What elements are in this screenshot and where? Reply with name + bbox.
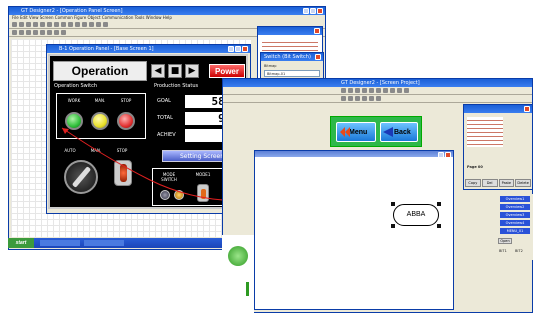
identify-label-box[interactable]: ABBA xyxy=(391,202,441,228)
save-icon[interactable] xyxy=(355,88,360,93)
grid-icon[interactable] xyxy=(404,88,409,93)
drag-arrow-head xyxy=(62,128,69,134)
bit-label-2: BIT2 xyxy=(515,249,523,253)
screen2-toolbar-2 xyxy=(223,95,532,103)
handle-icon[interactable] xyxy=(437,202,441,206)
page-panel-lines xyxy=(467,117,503,147)
menu-arrow-icon xyxy=(340,127,350,137)
delete-button[interactable]: Delete xyxy=(515,179,531,187)
close-icon[interactable] xyxy=(524,106,530,112)
close-icon[interactable] xyxy=(445,152,451,158)
side-item-5[interactable]: MENU_01 xyxy=(500,228,530,234)
open-icon[interactable] xyxy=(348,88,353,93)
screen2-title-bar: GT Designer2 - [Screen Project] xyxy=(223,79,532,87)
text-icon[interactable] xyxy=(376,96,381,101)
new-icon[interactable] xyxy=(341,88,346,93)
handle-icon[interactable] xyxy=(437,224,441,228)
green-lamp-preview xyxy=(228,246,248,266)
menu-button-label: Menu xyxy=(349,129,368,136)
copy-icon[interactable] xyxy=(376,88,381,93)
print-icon[interactable] xyxy=(362,88,367,93)
green-marker xyxy=(246,282,249,296)
side-item-1[interactable]: Overview1 xyxy=(500,196,530,202)
paste-button[interactable]: Paste xyxy=(498,179,515,187)
side-list: Overview1 Overview2 Overview3 Overview4 … xyxy=(496,194,533,260)
handle-icon[interactable] xyxy=(391,224,395,228)
undo-icon[interactable] xyxy=(390,88,395,93)
bit-label-1: BIT1 xyxy=(499,249,507,253)
back-arrow-icon xyxy=(383,127,393,137)
layer-icon[interactable] xyxy=(348,96,353,101)
del-button[interactable]: Del xyxy=(481,179,498,187)
zoom-icon[interactable] xyxy=(397,88,402,93)
page-label: Page 00 xyxy=(467,165,483,169)
handle-icon[interactable] xyxy=(391,202,395,206)
page-buttons: Copy Del Paste Delete xyxy=(464,178,532,188)
side-item-3[interactable]: Overview3 xyxy=(500,212,530,218)
open-button[interactable]: Open xyxy=(498,238,512,244)
minimize-icon[interactable] xyxy=(438,152,444,158)
align-icon[interactable] xyxy=(341,96,346,101)
screen2-toolbar xyxy=(223,87,532,95)
page-panel-title-bar xyxy=(464,105,532,113)
back-button-label: Back xyxy=(394,129,411,136)
paste-icon[interactable] xyxy=(383,88,388,93)
numeric-icon[interactable] xyxy=(369,96,374,101)
side-item-2[interactable]: Overview2 xyxy=(500,204,530,210)
switch-icon[interactable] xyxy=(355,96,360,101)
copy-button[interactable]: Copy xyxy=(465,179,481,187)
lamp-icon[interactable] xyxy=(362,96,367,101)
canvas-window xyxy=(254,150,454,310)
side-item-4[interactable]: Overview4 xyxy=(500,220,530,226)
screen2-title: GT Designer2 - [Screen Project] xyxy=(341,80,420,86)
canvas-window-title-bar xyxy=(255,151,453,158)
identify-label: ABBA xyxy=(406,211,426,218)
cut-icon[interactable] xyxy=(369,88,374,93)
